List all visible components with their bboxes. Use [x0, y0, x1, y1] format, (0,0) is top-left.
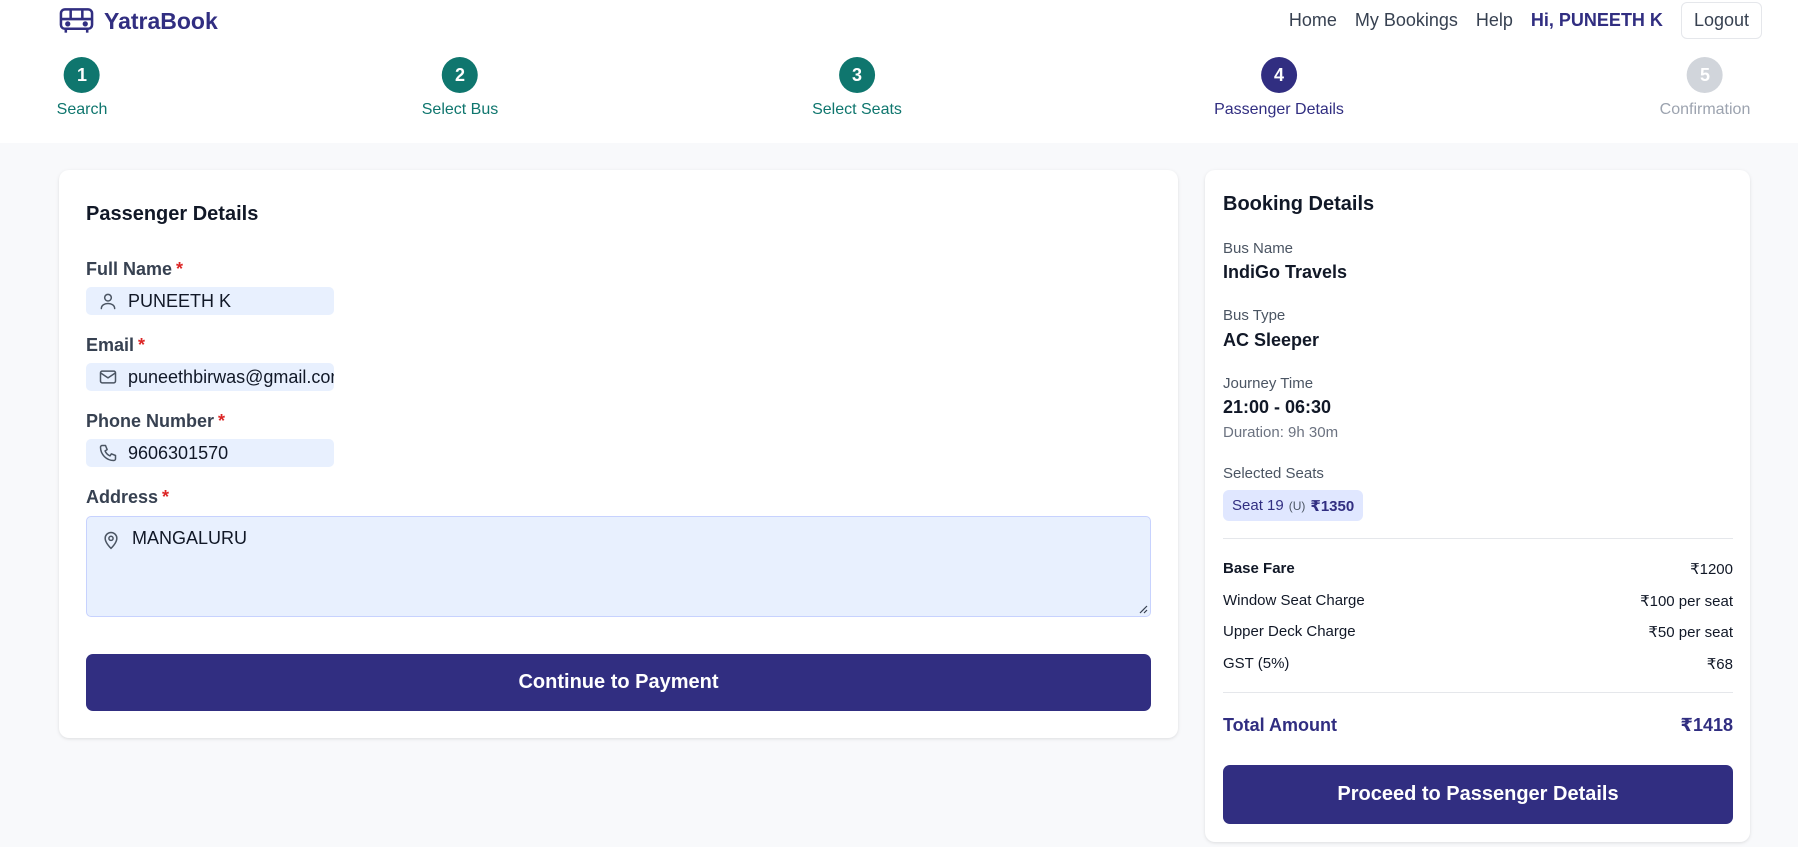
email-label: Email *: [86, 335, 146, 355]
brand-logo[interactable]: YatraBook: [59, 6, 218, 36]
total-amount-label: Total Amount: [1223, 715, 1337, 735]
fare-row-gst: GST (5%) ₹68: [1223, 655, 1733, 673]
map-pin-icon: [104, 531, 118, 550]
fare-value: ₹68: [1706, 656, 1733, 673]
fare-name: Window Seat Charge: [1223, 592, 1365, 609]
divider: [1223, 538, 1733, 539]
address-textarea[interactable]: MANGALURU: [132, 528, 1132, 608]
full-name-input[interactable]: [128, 290, 334, 312]
fare-row-base: Base Fare ₹1200: [1223, 560, 1733, 578]
main-nav: Home My Bookings Help Hi, PUNEETH K Logo…: [1271, 0, 1762, 40]
seat-price: ₹1350: [1310, 497, 1355, 515]
address-field[interactable]: MANGALURU: [86, 516, 1151, 617]
bus-icon: [59, 8, 94, 33]
email-input[interactable]: [128, 366, 334, 388]
step-number: 3: [838, 57, 875, 93]
address-label: Address *: [86, 487, 170, 507]
proceed-to-passenger-details-button[interactable]: Proceed to Passenger Details: [1223, 765, 1733, 824]
booking-details-title: Booking Details: [1223, 193, 1375, 215]
fare-value: ₹100 per seat: [1640, 593, 1733, 610]
nav-home-link[interactable]: Home: [1289, 10, 1337, 31]
fare-row-window: Window Seat Charge ₹100 per seat: [1223, 592, 1733, 610]
step-confirmation: 5 Confirmation: [1659, 57, 1751, 119]
step-search: 1 Search: [56, 57, 108, 119]
phone-field[interactable]: [86, 439, 334, 467]
nav-my-bookings-link[interactable]: My Bookings: [1355, 10, 1458, 31]
fare-name: Base Fare: [1223, 560, 1295, 577]
continue-to-payment-button[interactable]: Continue to Payment: [86, 654, 1151, 711]
selected-seat-chip: Seat 19 (U) ₹1350: [1223, 490, 1364, 521]
bus-name-label: Bus Name: [1223, 240, 1294, 257]
form-title: Passenger Details: [86, 203, 259, 225]
step-number: 1: [63, 57, 100, 93]
fare-value: ₹1200: [1690, 561, 1733, 578]
step-select-seats: 3 Select Seats: [812, 57, 902, 119]
resize-grip-icon[interactable]: [1138, 604, 1148, 614]
fare-row-upper-deck: Upper Deck Charge ₹50 per seat: [1223, 623, 1733, 641]
total-amount-row: Total Amount ₹1418: [1223, 715, 1733, 736]
phone-icon: [99, 444, 117, 462]
fare-value: ₹50 per seat: [1648, 624, 1733, 641]
step-number: 2: [441, 57, 478, 93]
mail-icon: [99, 370, 117, 384]
step-passenger-details: 4 Passenger Details: [1214, 57, 1344, 119]
bus-type-value: AC Sleeper: [1223, 330, 1320, 350]
selected-seats-label: Selected Seats: [1223, 465, 1324, 482]
step-label: Search: [56, 101, 108, 118]
step-label: Select Bus: [421, 101, 499, 118]
user-icon: [100, 293, 116, 310]
step-number: 4: [1261, 57, 1297, 93]
step-select-bus: 2 Select Bus: [422, 57, 498, 119]
fare-name: Upper Deck Charge: [1223, 623, 1356, 640]
full-name-field[interactable]: [86, 287, 334, 315]
logout-button[interactable]: Logout: [1680, 1, 1762, 39]
journey-duration: Duration: 9h 30m: [1223, 424, 1339, 441]
full-name-label: Full Name *: [86, 259, 184, 279]
email-field[interactable]: [86, 363, 334, 391]
step-number: 5: [1686, 57, 1723, 93]
bus-name-value: IndiGo Travels: [1223, 262, 1348, 282]
seat-deck: (U): [1288, 498, 1306, 513]
step-label: Passenger Details: [1214, 101, 1344, 118]
bus-type-label: Bus Type: [1223, 307, 1286, 324]
top-header: YatraBook Home My Bookings Help Hi, PUNE…: [0, 0, 1798, 143]
divider: [1223, 692, 1733, 693]
brand-name: YatraBook: [104, 7, 218, 34]
fare-name: GST (5%): [1223, 655, 1290, 672]
total-amount-value: ₹1418: [1680, 715, 1733, 735]
nav-help-link[interactable]: Help: [1476, 10, 1513, 31]
step-label: Confirmation: [1659, 101, 1751, 118]
user-greeting: Hi, PUNEETH K: [1530, 9, 1663, 30]
phone-input[interactable]: [128, 442, 334, 464]
phone-label: Phone Number *: [86, 411, 226, 431]
journey-time-label: Journey Time: [1223, 375, 1314, 392]
seat-name: Seat 19: [1232, 497, 1284, 514]
step-label: Select Seats: [812, 101, 902, 118]
journey-time-value: 21:00 - 06:30: [1223, 397, 1332, 417]
